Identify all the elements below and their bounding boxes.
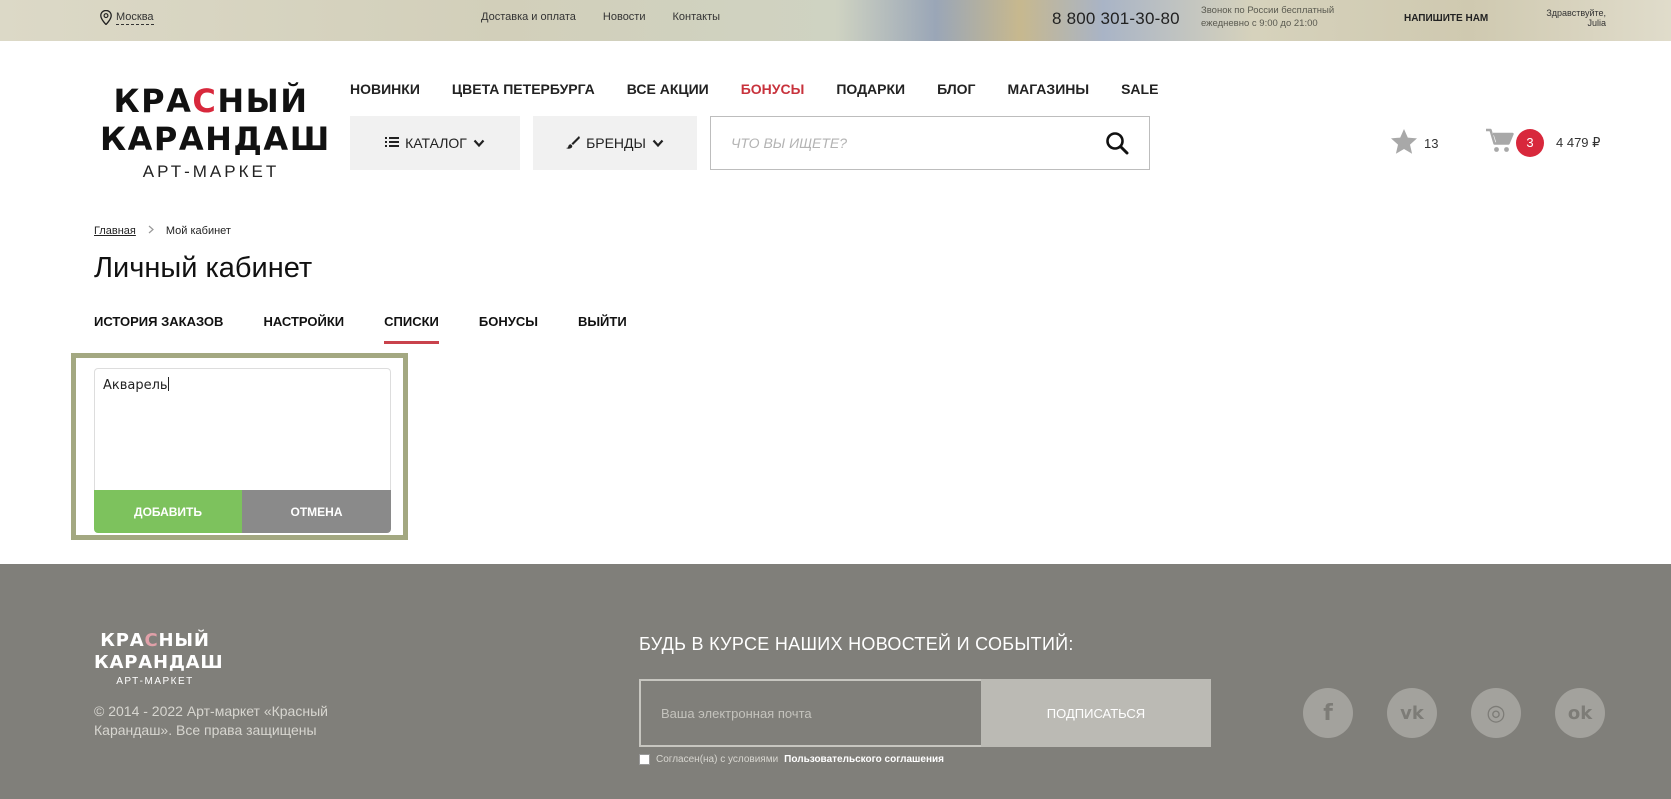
email-field-wrap — [639, 679, 981, 747]
phone-number[interactable]: 8 800 301-30-80 — [1052, 9, 1180, 29]
topnav-news-link[interactable]: Новости — [603, 11, 646, 23]
topnav-delivery-link[interactable]: Доставка и оплата — [481, 11, 576, 23]
logo-line-1: КРАСНЫЙ — [113, 82, 309, 120]
subscribe-button[interactable]: ПОДПИСАТЬСЯ — [981, 679, 1211, 747]
user-name: Julia — [1587, 18, 1606, 28]
catalog-button[interactable]: КАТАЛОГ — [350, 116, 520, 170]
nav-item-bonuses[interactable]: БОНУСЫ — [741, 81, 805, 97]
search-box — [710, 116, 1150, 170]
breadcrumb-current: Мой кабинет — [165, 225, 231, 237]
nav-item-promos[interactable]: ВСЕ АКЦИИ — [627, 81, 709, 97]
chevron-down-icon — [652, 135, 664, 151]
logo-line-3: АРТ-МАРКЕТ — [142, 162, 280, 181]
star-icon — [1390, 128, 1418, 158]
brush-icon — [566, 135, 581, 152]
greeting-text: Здравствуйте, — [1546, 8, 1606, 18]
brands-button[interactable]: БРЕНДЫ — [533, 116, 697, 170]
phone-note: Звонок по России бесплатный ежедневно с … — [1201, 4, 1334, 30]
favorites-count: 13 — [1424, 135, 1439, 151]
tab-order-history[interactable]: ИСТОРИЯ ЗАКАЗОВ — [94, 314, 223, 344]
breadcrumb-home-link[interactable]: Главная — [94, 225, 136, 237]
write-us-link[interactable]: НАПИШИТЕ НАМ — [1404, 13, 1488, 24]
page-title: Личный кабинет — [94, 252, 313, 284]
social-links: f vk ◎ ok — [1303, 688, 1605, 738]
user-greeting[interactable]: Здравствуйте, Julia — [1546, 8, 1606, 28]
footer-logo-line-3: АРТ-МАРКЕТ — [116, 676, 194, 687]
city-selector[interactable]: Москва — [100, 10, 154, 25]
cart-sum: 4 479 ₽ — [1556, 134, 1601, 150]
top-nav: Доставка и оплата Новости Контакты — [481, 11, 720, 23]
footer-logo-line-1: КРАСНЫЙ — [100, 630, 210, 651]
newsletter-form: ПОДПИСАТЬСЯ — [639, 679, 1211, 747]
account-tabs: ИСТОРИЯ ЗАКАЗОВ НАСТРОЙКИ СПИСКИ БОНУСЫ … — [94, 314, 627, 344]
tab-logout[interactable]: ВЫЙТИ — [578, 314, 627, 344]
nav-item-sale[interactable]: SALE — [1121, 81, 1158, 97]
add-list-button[interactable]: ДОБАВИТЬ — [94, 490, 242, 533]
cart-count-badge: 3 — [1516, 128, 1544, 157]
email-input[interactable] — [641, 681, 981, 745]
phone-note-line-1: Звонок по России бесплатный — [1201, 5, 1335, 16]
brands-label: БРЕНДЫ — [586, 135, 646, 151]
vk-icon[interactable]: vk — [1387, 688, 1437, 738]
agreement-text: Согласен(на) с условиями — [656, 754, 779, 765]
odnoklassniki-icon[interactable]: ok — [1555, 688, 1605, 738]
search-icon[interactable] — [1105, 131, 1129, 160]
agreement-link[interactable]: Пользовательского соглашения — [784, 754, 944, 765]
tab-lists[interactable]: СПИСКИ — [384, 314, 439, 344]
chevron-right-icon — [148, 225, 154, 237]
newsletter-title: БУДЬ В КУРСЕ НАШИХ НОВОСТЕЙ И СОБЫТИЙ: — [639, 634, 1074, 654]
footer-logo[interactable]: КРАСНЫЙ КАРАНДАШ АРТ-МАРКЕТ — [94, 630, 224, 687]
city-name: Москва — [116, 11, 154, 25]
tab-bonuses[interactable]: БОНУСЫ — [479, 314, 538, 344]
catalog-label: КАТАЛОГ — [405, 135, 467, 151]
form-buttons: ДОБАВИТЬ ОТМЕНА — [94, 490, 391, 533]
nav-item-stores[interactable]: МАГАЗИНЫ — [1007, 81, 1089, 97]
agreement-checkbox[interactable] — [639, 754, 650, 765]
list-name-textarea[interactable]: Акварель — [94, 368, 391, 490]
top-bar: Москва Доставка и оплата Новости Контакт… — [0, 0, 1671, 41]
chevron-down-icon — [473, 135, 485, 151]
cancel-button[interactable]: ОТМЕНА — [242, 490, 391, 533]
copyright-text: © 2014 - 2022 Арт-маркет «Красный Каранд… — [94, 703, 328, 738]
nav-item-blog[interactable]: БЛОГ — [937, 81, 975, 97]
cart-icon — [1486, 128, 1514, 157]
search-input[interactable] — [711, 117, 1091, 169]
favorites[interactable]: 13 — [1390, 128, 1438, 158]
nav-item-new[interactable]: НОВИНКИ — [350, 81, 420, 97]
list-name-value: Акварель — [103, 378, 168, 393]
logo-line-2: КАРАНДАШ — [100, 120, 331, 158]
new-list-form: Акварель ДОБАВИТЬ ОТМЕНА — [71, 353, 408, 540]
breadcrumb: Главная Мой кабинет — [94, 225, 231, 237]
facebook-icon[interactable]: f — [1303, 688, 1353, 738]
location-pin-icon — [100, 10, 112, 25]
tab-settings[interactable]: НАСТРОЙКИ — [263, 314, 344, 344]
cart[interactable]: 3 4 479 ₽ — [1486, 128, 1600, 157]
footer-logo-line-2: КАРАНДАШ — [94, 652, 224, 673]
phone-note-line-2: ежедневно с 9:00 до 21:00 — [1201, 18, 1318, 29]
footer: КРАСНЫЙ КАРАНДАШ АРТ-МАРКЕТ © 2014 - 202… — [0, 564, 1671, 799]
agreement: Согласен(на) с условиями Пользовательско… — [639, 754, 944, 765]
nav-item-gifts[interactable]: ПОДАРКИ — [836, 81, 905, 97]
text-caret — [167, 377, 169, 391]
instagram-icon[interactable]: ◎ — [1471, 688, 1521, 738]
topnav-contacts-link[interactable]: Контакты — [673, 11, 721, 23]
nav-item-colors[interactable]: ЦВЕТА ПЕТЕРБУРГА — [452, 81, 595, 97]
site-logo[interactable]: КРАСНЫЙ КАРАНДАШ АРТ-МАРКЕТ — [100, 82, 331, 182]
list-icon — [385, 135, 400, 151]
main-nav: НОВИНКИ ЦВЕТА ПЕТЕРБУРГА ВСЕ АКЦИИ БОНУС… — [350, 81, 1158, 97]
